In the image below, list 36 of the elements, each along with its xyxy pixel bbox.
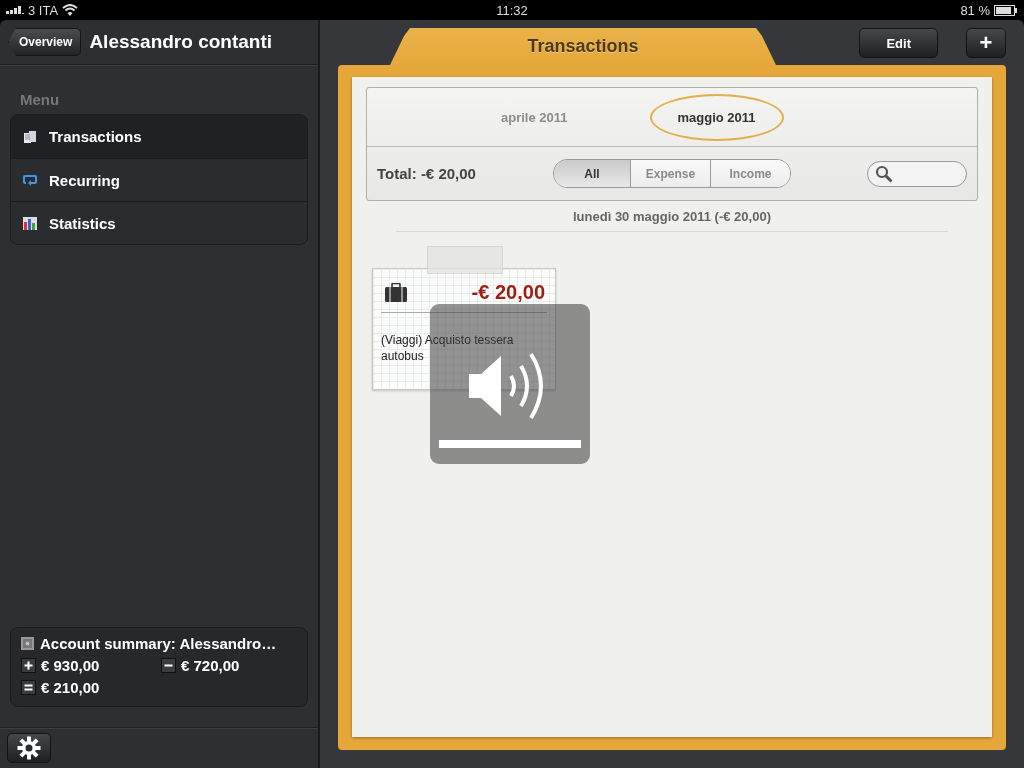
equals-icon: [21, 680, 36, 695]
receipt-icon: [23, 129, 37, 144]
carrier-name: 3 ITA: [28, 2, 59, 18]
month-tab[interactable]: maggio 2011: [649, 93, 784, 141]
total-amount: Total: -€ 20,00: [377, 165, 477, 182]
menu-item[interactable]: Recurring: [11, 158, 307, 201]
income-amount: € 930,00: [41, 657, 100, 674]
wifi-icon: [62, 4, 79, 16]
search-field[interactable]: [867, 160, 967, 187]
search-icon: [875, 164, 893, 183]
add-button[interactable]: +: [966, 28, 1006, 58]
menu-heading: Menu: [20, 91, 61, 108]
minus-icon: [161, 658, 176, 673]
menu-item[interactable]: Transactions: [11, 115, 307, 158]
menu-item[interactable]: Statistics: [11, 201, 307, 244]
signal-icon: [6, 6, 24, 14]
settings-button[interactable]: [7, 733, 51, 763]
clock: 11:32: [496, 2, 528, 18]
day-header: lunedì 30 maggio 2011 (-€ 20,00): [396, 201, 948, 232]
battery-percentage: 81 %: [960, 2, 990, 18]
edit-button[interactable]: Edit: [859, 28, 938, 58]
filter-segment[interactable]: All: [554, 160, 630, 187]
plus-icon: [21, 658, 36, 673]
repeat-icon: [23, 174, 37, 186]
summary-title: Account summary: Alessandro…: [40, 635, 277, 652]
transaction-amount: -€ 20,00: [471, 281, 545, 304]
suitcase-icon: [385, 283, 407, 302]
settings-icon: [17, 736, 41, 760]
expense-amount: € 720,00: [181, 657, 240, 674]
section-title: Transactions: [527, 36, 639, 57]
back-button[interactable]: Overview: [8, 28, 82, 56]
balance-amount: € 210,00: [41, 679, 100, 696]
account-title: Alessandro contanti: [89, 31, 273, 53]
battery-icon: [994, 4, 1018, 16]
safe-icon: [21, 637, 34, 650]
bar-chart-icon: [23, 216, 37, 230]
